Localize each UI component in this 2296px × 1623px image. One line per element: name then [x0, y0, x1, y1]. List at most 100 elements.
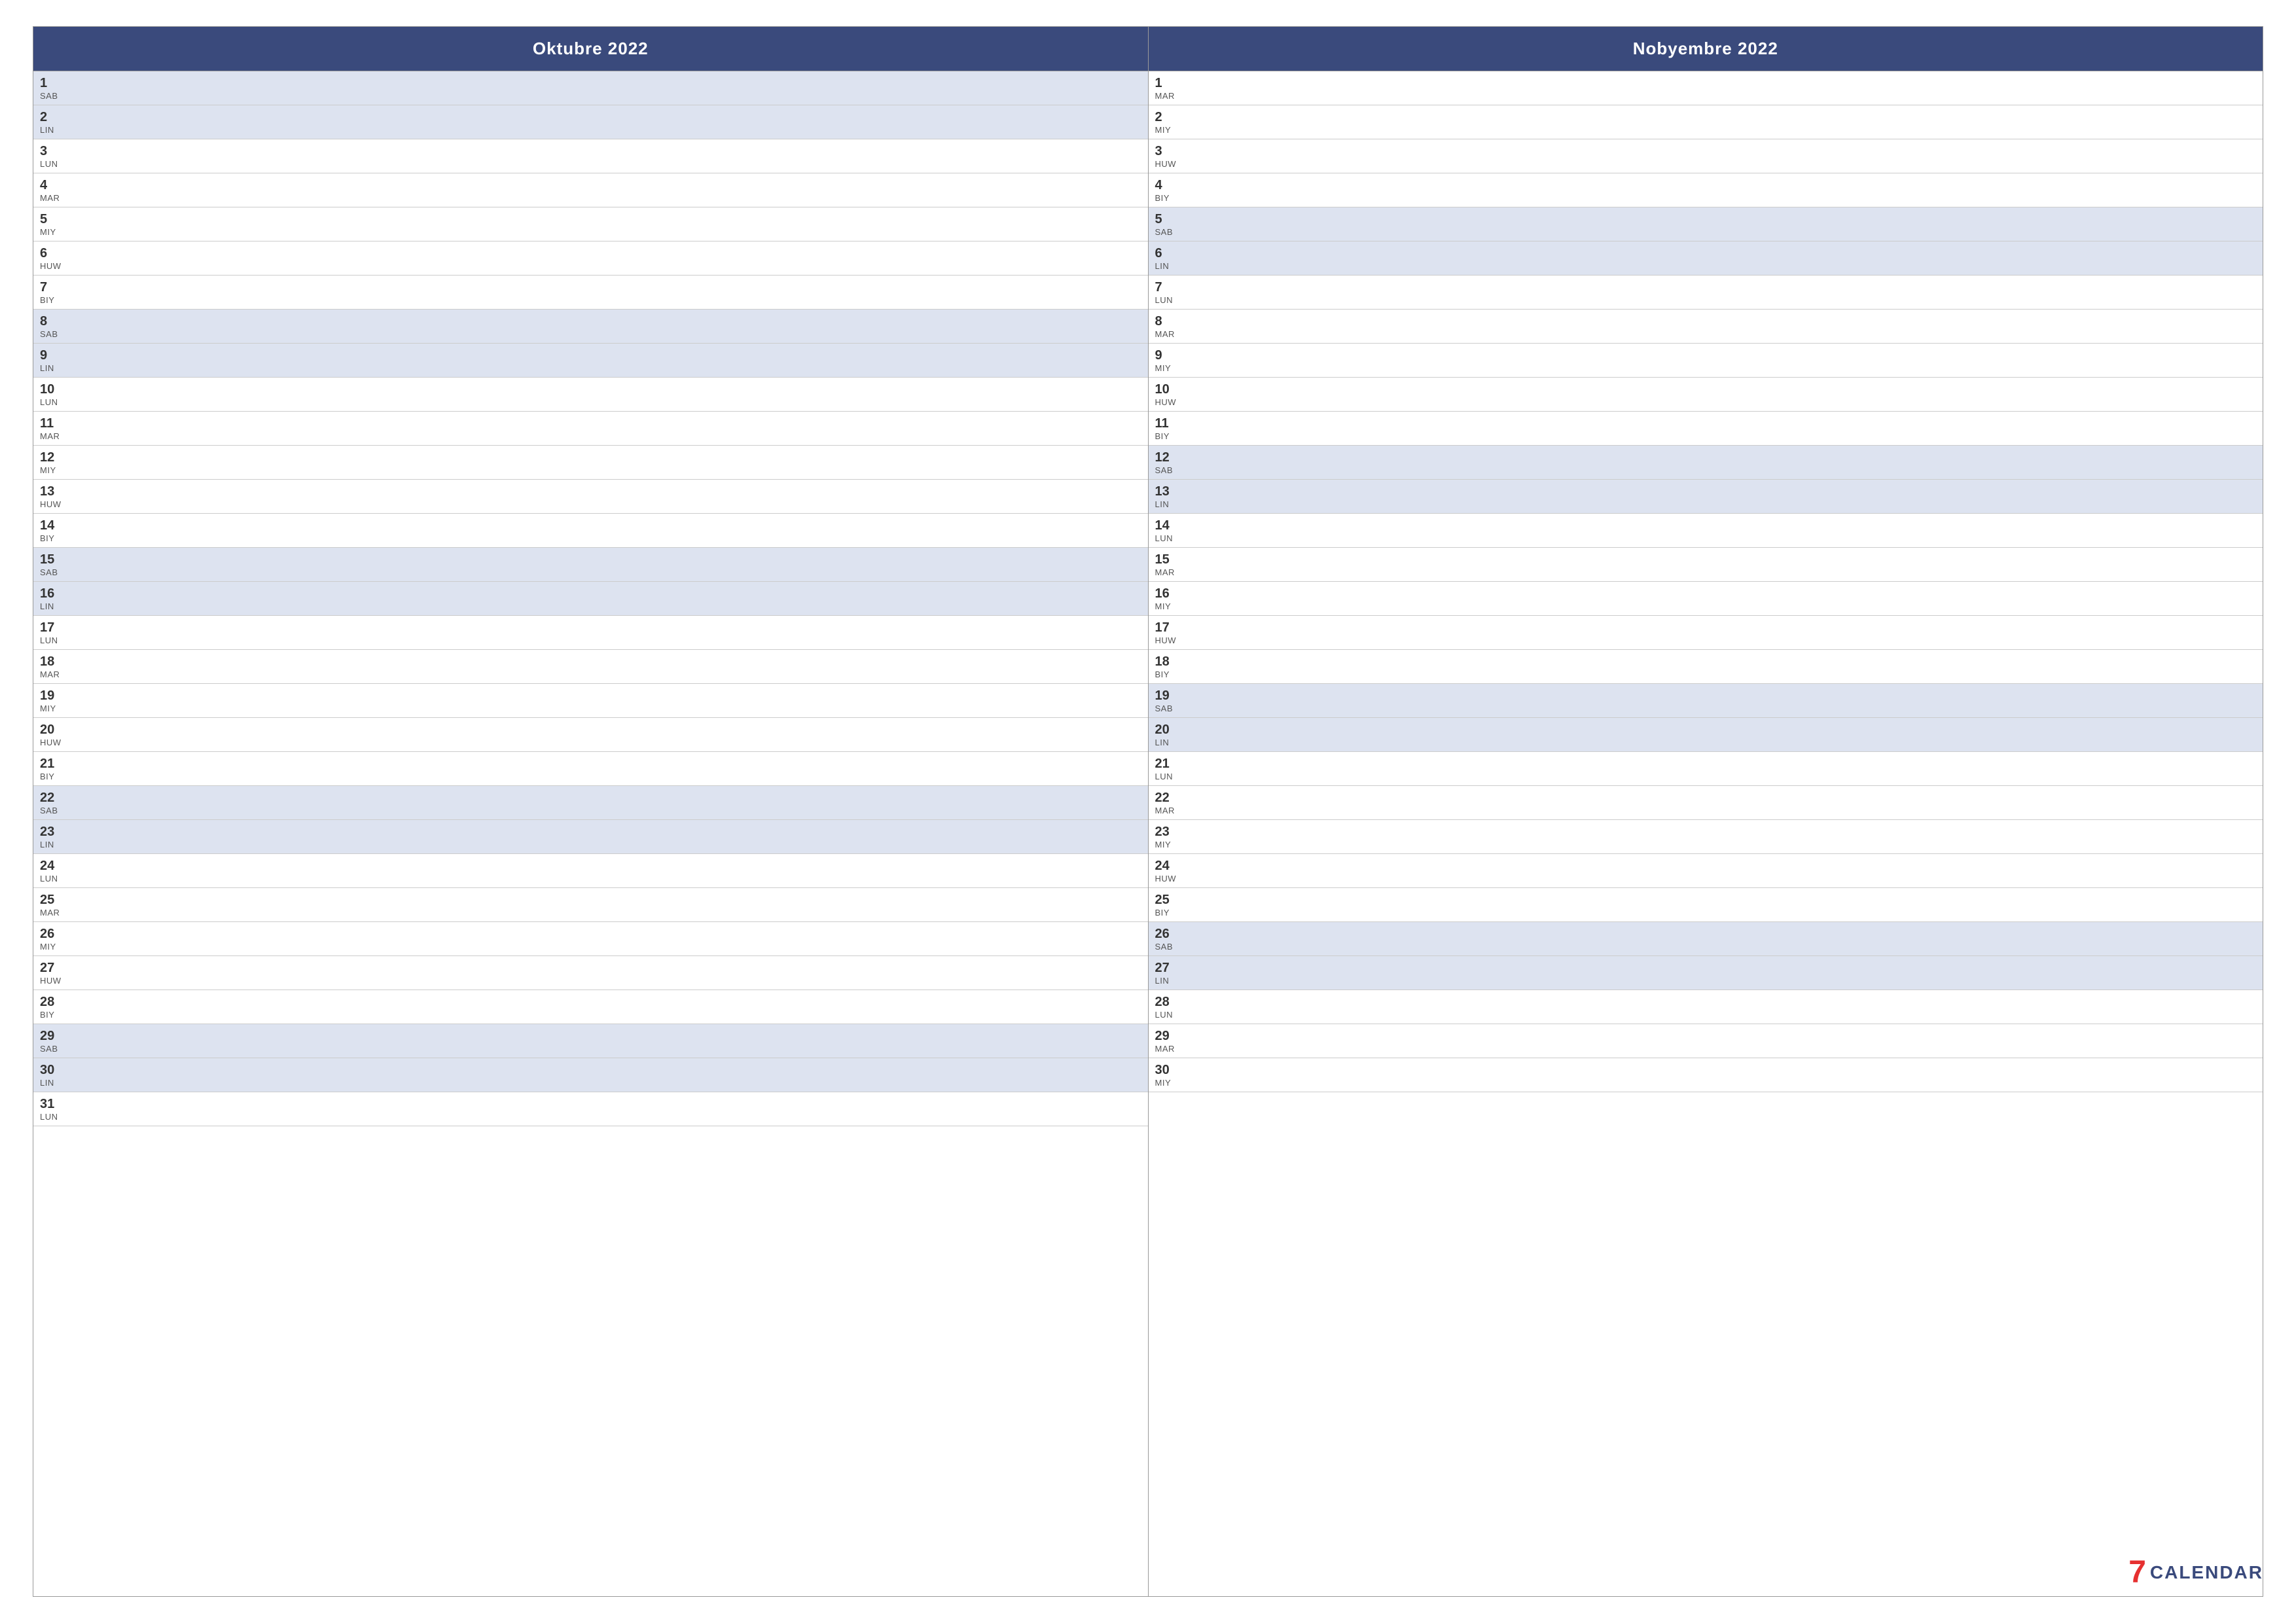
day-name: LIN — [1155, 499, 2257, 509]
day-name: MIY — [40, 465, 1141, 475]
day-number: 12 — [1155, 450, 2257, 465]
day-row: 17HUW — [1149, 616, 2263, 650]
day-name: LIN — [40, 363, 1141, 373]
day-name: MAR — [40, 431, 1141, 441]
day-row: 28BIY — [33, 990, 1148, 1024]
day-name: LIN — [40, 840, 1141, 849]
day-row: 11BIY — [1149, 412, 2263, 446]
day-number: 30 — [40, 1062, 1141, 1078]
day-row: 9MIY — [1149, 344, 2263, 378]
day-name: BIY — [40, 533, 1141, 543]
day-row: 10HUW — [1149, 378, 2263, 412]
day-row: 30MIY — [1149, 1058, 2263, 1092]
day-row: 26SAB — [1149, 922, 2263, 956]
day-name: HUW — [40, 738, 1141, 747]
day-name: HUW — [1155, 874, 2257, 883]
day-row: 19SAB — [1149, 684, 2263, 718]
day-number: 14 — [1155, 518, 2257, 533]
day-name: SAB — [40, 1044, 1141, 1054]
day-number: 21 — [40, 756, 1141, 772]
day-number: 19 — [40, 688, 1141, 704]
day-number: 1 — [1155, 75, 2257, 91]
day-number: 11 — [1155, 416, 2257, 431]
day-row: 24HUW — [1149, 854, 2263, 888]
day-number: 5 — [1155, 211, 2257, 227]
day-number: 9 — [1155, 348, 2257, 363]
day-name: BIY — [40, 772, 1141, 781]
day-number: 24 — [1155, 858, 2257, 874]
calendar-header-oktober: Oktubre 2022 — [33, 27, 1148, 71]
day-name: SAB — [1155, 465, 2257, 475]
day-name: MIY — [1155, 840, 2257, 849]
day-row: 16MIY — [1149, 582, 2263, 616]
day-name: LUN — [1155, 295, 2257, 305]
day-name: HUW — [1155, 397, 2257, 407]
day-row: 2LIN — [33, 105, 1148, 139]
day-row: 3HUW — [1149, 139, 2263, 173]
day-number: 12 — [40, 450, 1141, 465]
day-number: 1 — [40, 75, 1141, 91]
day-row: 25MAR — [33, 888, 1148, 922]
day-row: 1SAB — [33, 71, 1148, 105]
day-row: 1MAR — [1149, 71, 2263, 105]
day-name: MAR — [1155, 806, 2257, 815]
day-number: 10 — [1155, 382, 2257, 397]
day-number: 9 — [40, 348, 1141, 363]
day-name: MIY — [40, 227, 1141, 237]
day-name: HUW — [1155, 159, 2257, 169]
page: Oktubre 20221SAB2LIN3LUN4MAR5MIY6HUW7BIY… — [0, 0, 2296, 1623]
day-number: 14 — [40, 518, 1141, 533]
day-name: SAB — [1155, 227, 2257, 237]
day-name: HUW — [40, 976, 1141, 986]
day-row: 15MAR — [1149, 548, 2263, 582]
day-name: LIN — [1155, 261, 2257, 271]
day-number: 13 — [1155, 484, 2257, 499]
day-number: 8 — [40, 313, 1141, 329]
day-name: MAR — [40, 908, 1141, 918]
day-name: LUN — [1155, 533, 2257, 543]
day-name: LIN — [40, 1078, 1141, 1088]
day-number: 22 — [40, 790, 1141, 806]
day-number: 29 — [40, 1028, 1141, 1044]
day-name: MAR — [40, 669, 1141, 679]
day-name: BIY — [1155, 669, 2257, 679]
day-row: 29SAB — [33, 1024, 1148, 1058]
day-row: 22SAB — [33, 786, 1148, 820]
day-name: HUW — [40, 499, 1141, 509]
day-row: 12MIY — [33, 446, 1148, 480]
day-row: 19MIY — [33, 684, 1148, 718]
day-row: 27LIN — [1149, 956, 2263, 990]
day-number: 3 — [1155, 143, 2257, 159]
day-number: 27 — [1155, 960, 2257, 976]
day-number: 20 — [40, 722, 1141, 738]
day-number: 29 — [1155, 1028, 2257, 1044]
day-name: MAR — [40, 193, 1141, 203]
day-number: 4 — [1155, 177, 2257, 193]
day-row: 25BIY — [1149, 888, 2263, 922]
day-row: 4MAR — [33, 173, 1148, 207]
day-number: 20 — [1155, 722, 2257, 738]
day-row: 31LUN — [33, 1092, 1148, 1126]
day-name: MIY — [1155, 363, 2257, 373]
day-row: 6LIN — [1149, 241, 2263, 276]
day-row: 12SAB — [1149, 446, 2263, 480]
day-name: SAB — [40, 567, 1141, 577]
day-name: LIN — [40, 601, 1141, 611]
day-name: SAB — [1155, 942, 2257, 952]
day-row: 27HUW — [33, 956, 1148, 990]
day-number: 7 — [40, 279, 1141, 295]
day-number: 27 — [40, 960, 1141, 976]
day-name: LUN — [40, 159, 1141, 169]
day-row: 18MAR — [33, 650, 1148, 684]
calendars-row: Oktubre 20221SAB2LIN3LUN4MAR5MIY6HUW7BIY… — [33, 26, 2263, 1597]
branding: 7 CALENDAR — [2128, 1554, 2263, 1590]
day-row: 24LUN — [33, 854, 1148, 888]
day-name: BIY — [40, 295, 1141, 305]
day-row: 11MAR — [33, 412, 1148, 446]
day-row: 5MIY — [33, 207, 1148, 241]
day-name: MIY — [1155, 601, 2257, 611]
day-row: 30LIN — [33, 1058, 1148, 1092]
day-name: BIY — [40, 1010, 1141, 1020]
day-number: 17 — [1155, 620, 2257, 635]
day-name: LIN — [1155, 738, 2257, 747]
